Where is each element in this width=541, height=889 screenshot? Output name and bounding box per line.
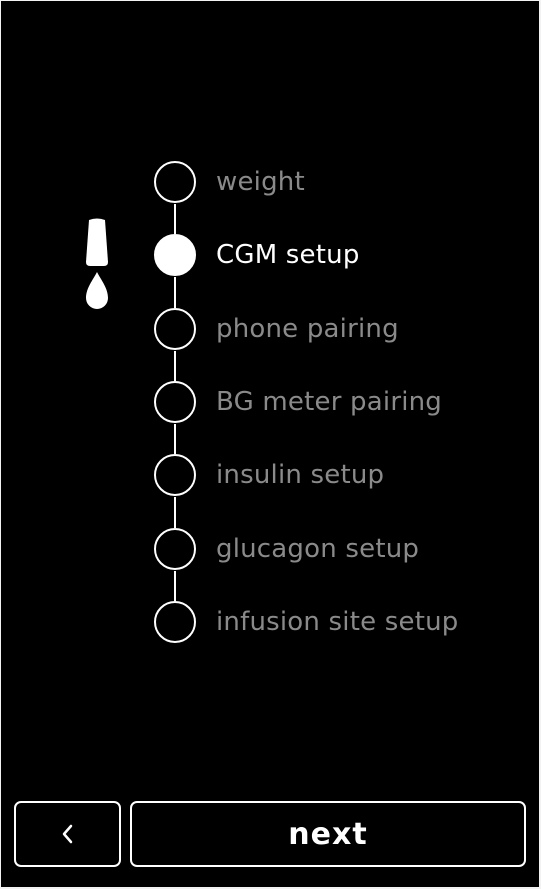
step-phone-pairing[interactable]: phone pairing bbox=[153, 306, 533, 352]
step-dot bbox=[154, 601, 196, 643]
step-dot bbox=[154, 381, 196, 423]
next-button-label: next bbox=[288, 816, 368, 852]
step-label: BG meter pairing bbox=[216, 387, 443, 417]
step-dot bbox=[154, 308, 196, 350]
step-dot bbox=[154, 161, 196, 203]
setup-screen: weight CGM setup phone pairing BG meter … bbox=[1, 1, 539, 887]
stepper-connector bbox=[174, 351, 176, 381]
step-weight[interactable]: weight bbox=[153, 159, 533, 205]
step-label: weight bbox=[216, 167, 305, 197]
step-label: CGM setup bbox=[216, 240, 360, 270]
setup-stepper: weight CGM setup phone pairing BG meter … bbox=[1, 1, 539, 701]
step-dot bbox=[154, 454, 196, 496]
back-button[interactable] bbox=[14, 801, 121, 867]
step-infusion-site-setup[interactable]: infusion site setup bbox=[153, 599, 533, 645]
step-label: insulin setup bbox=[216, 460, 385, 490]
step-label: infusion site setup bbox=[216, 607, 459, 637]
next-button[interactable]: next bbox=[130, 801, 526, 867]
step-dot bbox=[154, 528, 196, 570]
step-label: glucagon setup bbox=[216, 534, 420, 564]
stepper-connector bbox=[174, 497, 176, 528]
stepper-connector bbox=[174, 204, 176, 234]
stepper-connector bbox=[174, 424, 176, 454]
stepper-connector bbox=[174, 571, 176, 601]
step-glucagon-setup[interactable]: glucagon setup bbox=[153, 526, 533, 572]
step-cgm-setup[interactable]: CGM setup bbox=[153, 232, 533, 278]
stepper-connector bbox=[174, 277, 176, 308]
step-insulin-setup[interactable]: insulin setup bbox=[153, 452, 533, 498]
chevron-left-icon bbox=[62, 824, 72, 844]
step-dot-current bbox=[154, 234, 196, 276]
step-bg-meter-pairing[interactable]: BG meter pairing bbox=[153, 379, 533, 425]
step-label: phone pairing bbox=[216, 314, 399, 344]
